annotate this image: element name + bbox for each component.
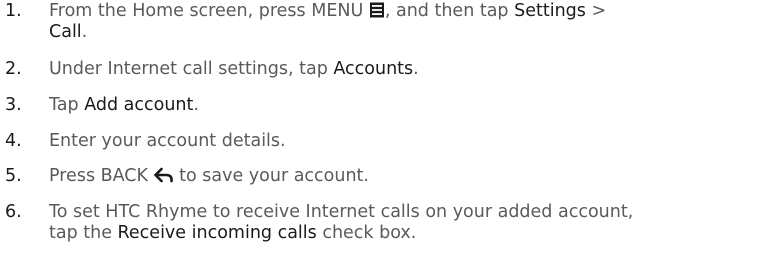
step-text: From the Home screen, press MENU , and t… — [49, 1, 739, 43]
step-text-part: tap the — [49, 223, 118, 243]
menu-icon — [369, 2, 385, 18]
settings-label: Settings — [514, 1, 586, 21]
step-text: Press BACK to save your account. — [49, 166, 739, 187]
step-text-part: Press BACK — [49, 166, 154, 186]
step-text: Enter your account details. — [49, 131, 739, 152]
step-text: Under Internet call settings, tap Accoun… — [49, 59, 739, 80]
back-arrow-icon — [153, 167, 174, 183]
step-number: 5. — [5, 166, 22, 186]
receive-incoming-calls-label: Receive incoming calls — [117, 223, 317, 243]
step-text-part: Enter your account details. — [49, 131, 286, 151]
step-text-part: , and then tap — [384, 1, 515, 21]
step-text-part: to save your account. — [173, 166, 369, 186]
step-text-part: . — [193, 95, 199, 115]
step-text-part: check box. — [316, 223, 417, 243]
step-number: 3. — [5, 95, 22, 115]
accounts-label: Accounts — [333, 59, 414, 79]
step-text-part: Tap — [49, 95, 85, 115]
step-text-part: > — [585, 1, 607, 21]
step-text: To set HTC Rhyme to receive Internet cal… — [49, 202, 739, 244]
step-number: 1. — [5, 1, 22, 21]
step-text: Tap Add account. — [49, 95, 739, 116]
step-text-part: . — [413, 59, 419, 79]
instruction-steps-list: 1. From the Home screen, press MENU , an… — [0, 0, 758, 271]
step-number: 2. — [5, 59, 22, 79]
add-account-label: Add account — [84, 95, 194, 115]
step-text-part: From the Home screen, press MENU — [49, 1, 369, 21]
call-label: Call — [49, 22, 82, 42]
step-text-part: . — [81, 22, 88, 42]
step-text-part: To set HTC Rhyme to receive Internet cal… — [49, 202, 634, 222]
step-number: 4. — [5, 131, 22, 151]
step-text-part: Under Internet call settings, tap — [49, 59, 334, 79]
step-number: 6. — [5, 202, 22, 222]
